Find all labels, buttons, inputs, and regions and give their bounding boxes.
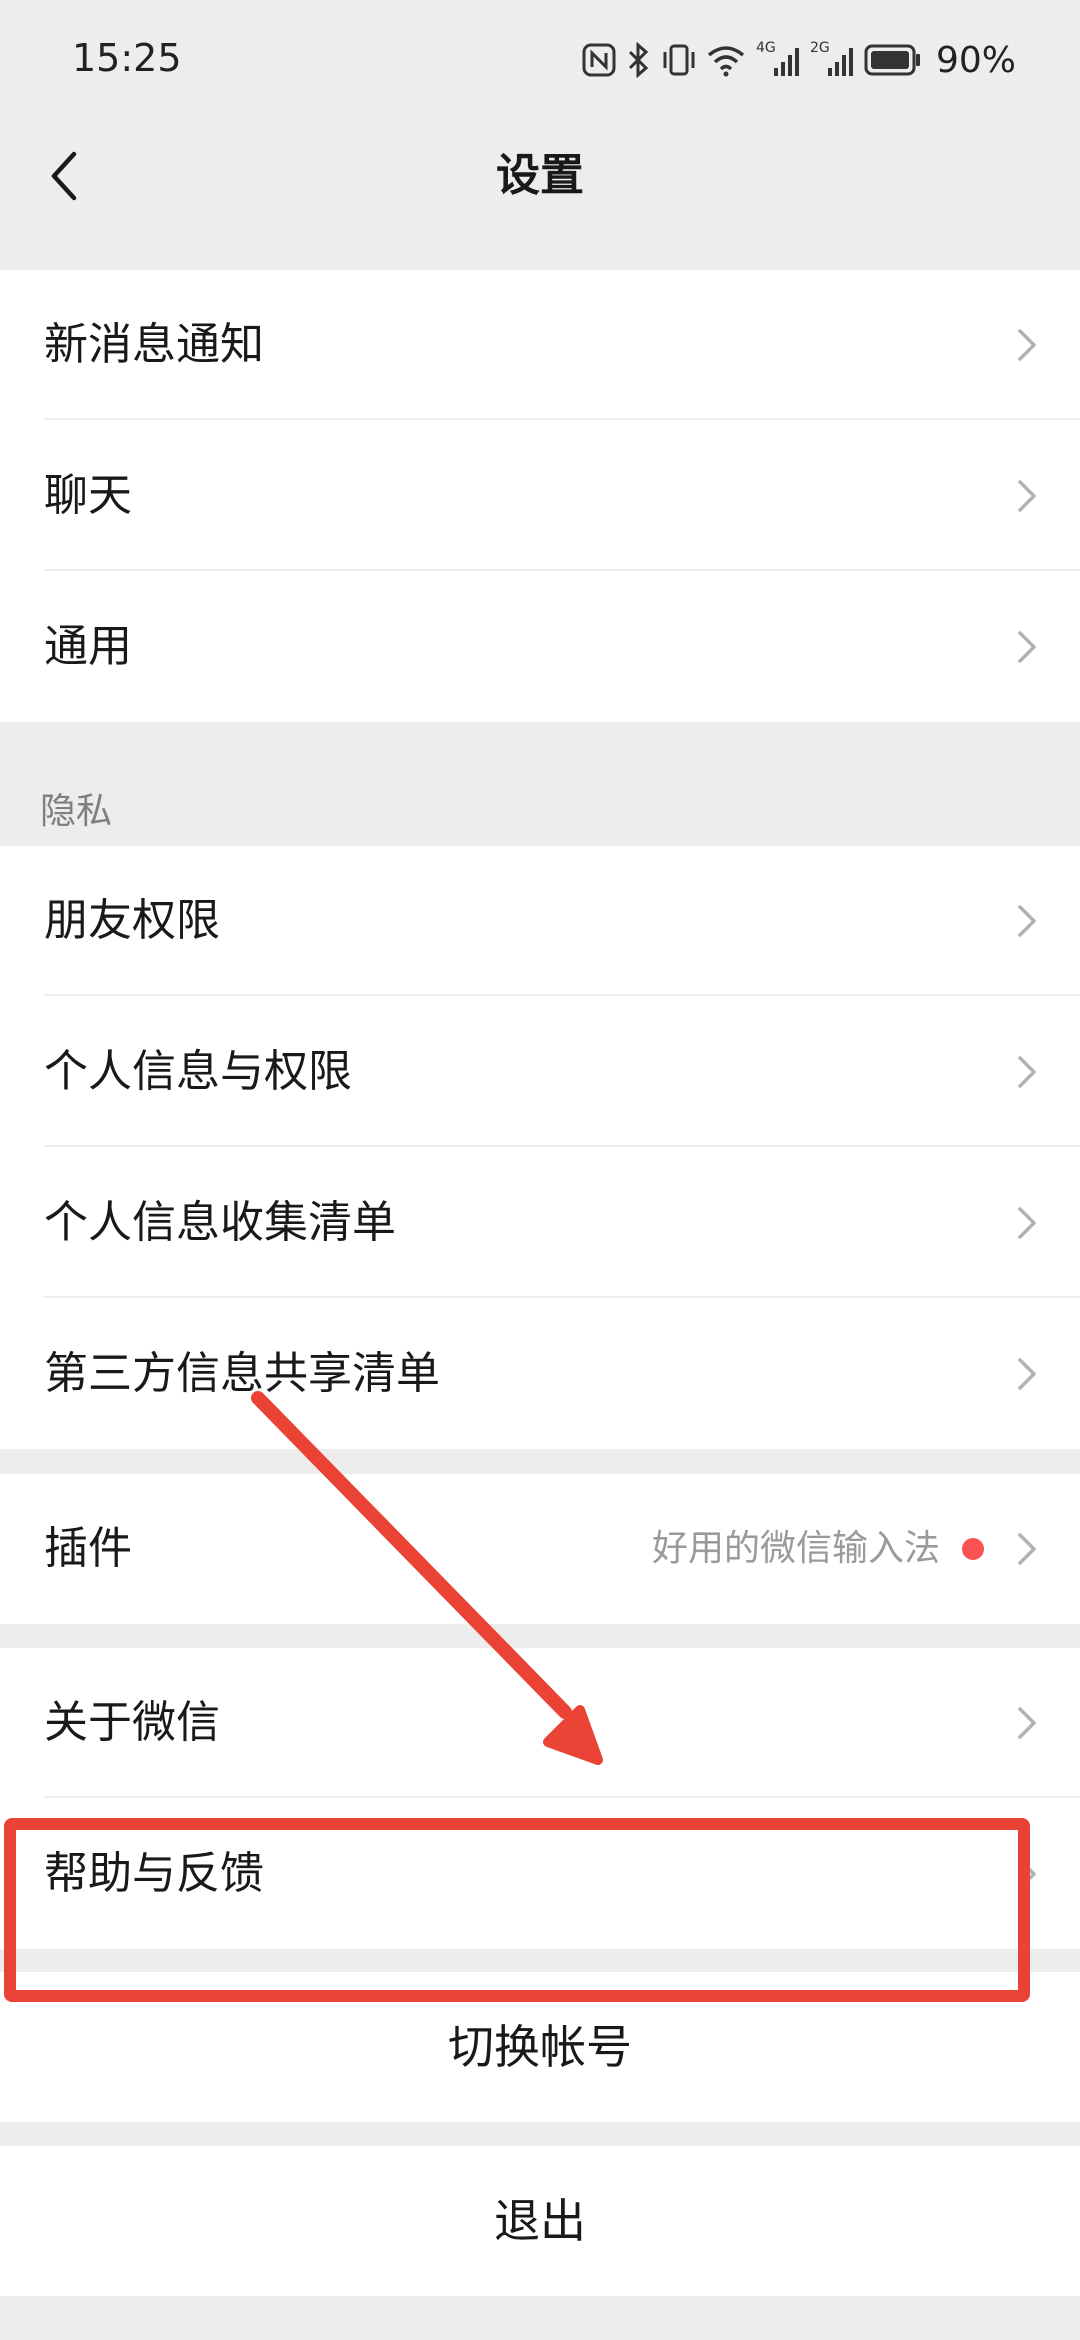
settings-group-general: 新消息通知 聊天 通用 (0, 270, 1080, 722)
settings-group-privacy: 朋友权限 个人信息与权限 个人信息收集清单 第三方信息共享清单 (0, 846, 1080, 1449)
status-icons: 4G 2G 90% (582, 39, 1016, 81)
settings-item-general[interactable]: 通用 (0, 572, 1080, 722)
nfc-icon (582, 43, 616, 77)
settings-item-label: 新消息通知 (44, 319, 264, 370)
divider (44, 1296, 1080, 1298)
settings-item-notifications[interactable]: 新消息通知 (0, 270, 1080, 420)
settings-item-chat[interactable]: 聊天 (0, 421, 1080, 571)
chevron-right-icon (1018, 1358, 1036, 1390)
battery-percent: 90% (935, 39, 1016, 81)
settings-item-label: 第三方信息共享清单 (44, 1348, 440, 1399)
settings-item-label: 朋友权限 (44, 895, 220, 946)
status-bar: 15:25 4G 2G 90% (0, 0, 1080, 120)
nav-bar: 设置 (0, 120, 1080, 232)
settings-item-personal-info-collection[interactable]: 个人信息收集清单 (0, 1148, 1080, 1298)
chevron-right-icon (1018, 480, 1036, 512)
divider (44, 569, 1080, 571)
chevron-right-icon (1018, 329, 1036, 361)
settings-group-plugins: 插件 好用的微信输入法 (0, 1474, 1080, 1624)
divider (44, 1796, 1080, 1798)
bluetooth-icon (626, 42, 652, 78)
settings-item-label: 聊天 (44, 470, 132, 521)
chevron-right-icon (1018, 1707, 1036, 1739)
page-title: 设置 (496, 150, 584, 201)
settings-item-label: 通用 (44, 621, 132, 672)
chevron-right-icon (1018, 1533, 1036, 1565)
settings-item-personal-info-permissions[interactable]: 个人信息与权限 (0, 997, 1080, 1147)
chevron-right-icon (1018, 1056, 1036, 1088)
settings-item-label: 插件 (44, 1523, 132, 1574)
settings-item-about-wechat[interactable]: 关于微信 (0, 1648, 1080, 1798)
settings-item-label: 个人信息收集清单 (44, 1197, 396, 1248)
divider (44, 1145, 1080, 1147)
chevron-right-icon (1018, 631, 1036, 663)
settings-item-label: 个人信息与权限 (44, 1046, 352, 1097)
status-time: 15:25 (72, 36, 182, 80)
logout-button[interactable]: 退出 (0, 2146, 1080, 2296)
divider (44, 418, 1080, 420)
wifi-icon (706, 43, 746, 77)
battery-icon (864, 44, 922, 76)
settings-item-third-party-sharing[interactable]: 第三方信息共享清单 (0, 1299, 1080, 1449)
divider (44, 994, 1080, 996)
new-badge-dot (962, 1538, 984, 1560)
signal-4g-icon: 4G (756, 40, 800, 78)
chevron-right-icon (1018, 905, 1036, 937)
chevron-right-icon (1018, 1207, 1036, 1239)
settings-item-plugins[interactable]: 插件 好用的微信输入法 (0, 1474, 1080, 1624)
settings-item-label: 关于微信 (44, 1697, 220, 1748)
vibrate-icon (662, 42, 696, 78)
settings-screen: 15:25 4G 2G 90% 设置 新消息通知 聊天 通用 隐私 朋友权限 个… (0, 0, 1080, 2340)
section-header-privacy: 隐私 (40, 791, 113, 832)
annotation-highlight-box (4, 1818, 1030, 2002)
signal-2g-icon: 2G (810, 40, 854, 78)
settings-item-friend-permissions[interactable]: 朋友权限 (0, 846, 1080, 996)
plugin-hint-text: 好用的微信输入法 (651, 1528, 940, 1569)
